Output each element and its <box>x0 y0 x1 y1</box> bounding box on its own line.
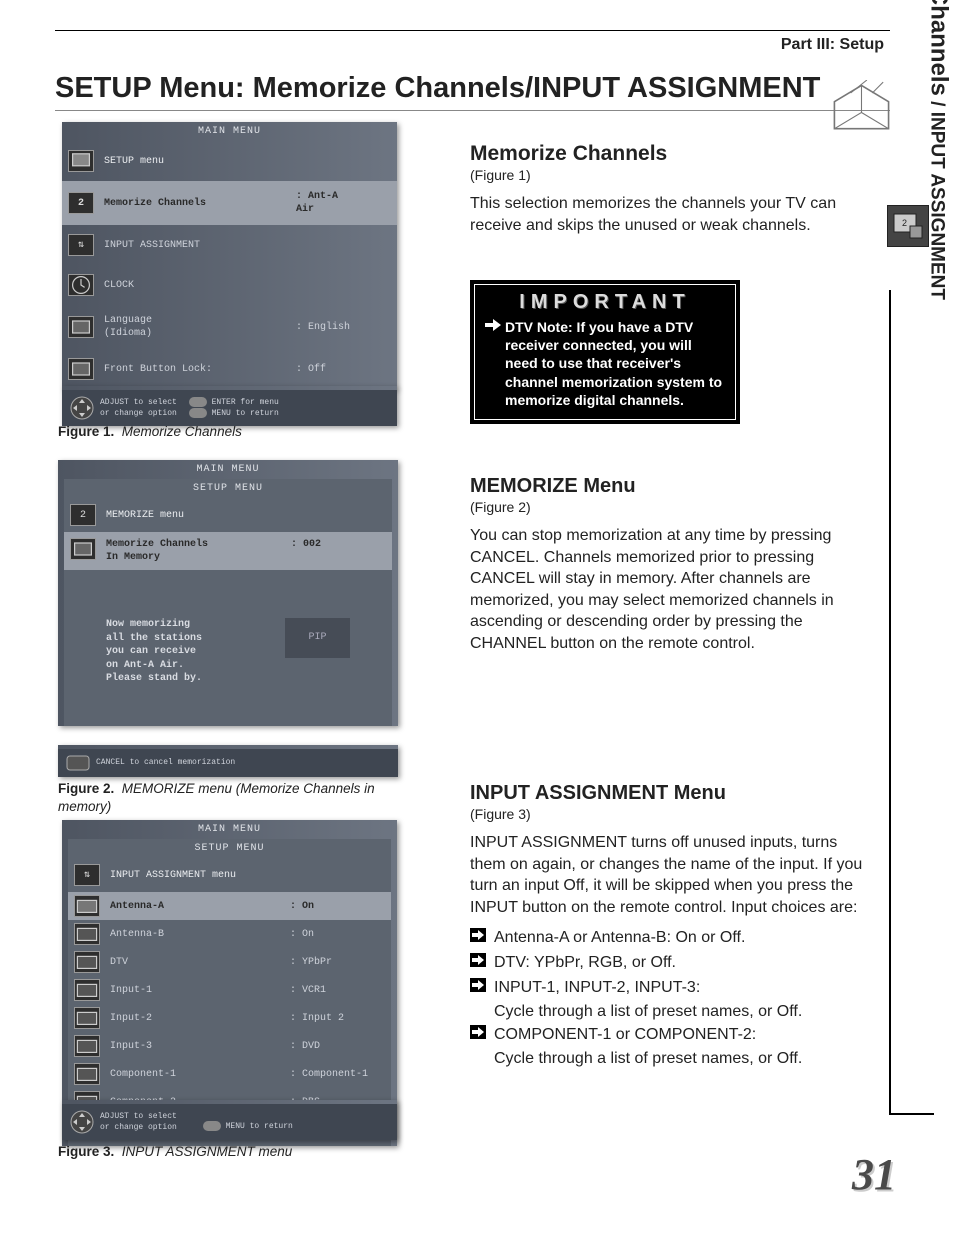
sec3-list: Antenna-A or Antenna-B: On or Off. DTV: … <box>470 928 865 1067</box>
sec3-ref: (Figure 3) <box>470 806 865 822</box>
arrow-icon <box>470 978 494 999</box>
osd1-footer: ADJUST to select or change option ENTER … <box>62 386 397 426</box>
osd2-title: MAIN MENU <box>58 460 398 479</box>
section-input-assignment: INPUT ASSIGNMENT Menu (Figure 3) INPUT A… <box>470 782 865 1068</box>
part-label: Part III: Setup <box>781 36 884 54</box>
osd3-title: MAIN MENU <box>62 820 397 839</box>
cancel-icon <box>66 755 90 771</box>
panel-icon <box>68 358 94 380</box>
title-rule <box>55 110 890 111</box>
osd2-subtitle: SETUP MENU <box>64 479 392 498</box>
sidebar-rule <box>889 290 934 1115</box>
osd3-footer-left: ADJUST to select or change option <box>100 1111 177 1133</box>
sec2-ref: (Figure 2) <box>470 499 865 515</box>
svg-text:2: 2 <box>902 218 907 228</box>
sec2-body: You can stop memorization at any time by… <box>470 525 865 655</box>
figure-1-caption: Figure 1. Memorize Channels <box>58 424 398 439</box>
osd3-footer: ADJUST to select or change option MENU t… <box>62 1100 397 1140</box>
sec3-heading: INPUT ASSIGNMENT Menu <box>470 782 865 805</box>
osd1-footer-right: ENTER for menu MENU to return <box>189 397 279 420</box>
osd1-row-input: ⇅ INPUT ASSIGNMENT <box>62 225 397 265</box>
list-item: COMPONENT-1 or COMPONENT-2: <box>470 1025 865 1046</box>
important-title: IMPORTANT <box>485 291 725 314</box>
osd3-row-3: Input-1: VCR1 <box>68 976 391 1004</box>
list-sub: Cycle through a list of preset names, or… <box>470 1050 865 1068</box>
section-memorize-channels: Memorize Channels (Figure 1) This select… <box>470 142 865 236</box>
osd3-row-2: DTV: YPbPr <box>68 948 391 976</box>
osd2-footer: CANCEL to cancel memorization <box>58 745 398 777</box>
clock-icon <box>68 274 94 296</box>
osd1-title: MAIN MENU <box>62 122 397 141</box>
arrow-icon <box>470 1025 494 1046</box>
osd1-row-memorize: 2 Memorize Channels : Ant-A Air <box>62 181 397 225</box>
tv-2-icon: 2 <box>68 192 94 214</box>
osd1-footer-left: ADJUST to select or change option <box>100 397 177 419</box>
input-icon <box>74 979 100 1001</box>
arrow-icon <box>470 953 494 974</box>
osd1-row-clock: CLOCK <box>62 265 397 305</box>
figure-2-caption: Figure 2. MEMORIZE menu (Memorize Channe… <box>58 780 408 815</box>
sec1-heading: Memorize Channels <box>470 142 865 166</box>
arrow-icon <box>485 318 505 409</box>
list-item: INPUT-1, INPUT-2, INPUT-3: <box>470 978 865 999</box>
memorize-channels-icon: 2 <box>887 205 929 247</box>
sidebar-main: Memorize Channels <box>925 0 952 96</box>
dpad-icon <box>70 396 94 420</box>
section-memorize-menu: MEMORIZE Menu (Figure 2) You can stop me… <box>470 475 865 655</box>
sec1-ref: (Figure 1) <box>470 167 865 183</box>
sec2-heading: MEMORIZE Menu <box>470 475 865 498</box>
page-number: 31 <box>852 1149 896 1200</box>
updown-icon: ⇅ <box>74 864 100 886</box>
osd1-row-setup: SETUP menu <box>62 141 397 181</box>
updown-icon: ⇅ <box>68 234 94 256</box>
tv-icon <box>68 150 94 172</box>
osd2-note: Now memorizing all the stations you can … <box>64 610 392 698</box>
sec1-body: This selection memorizes the channels yo… <box>470 193 865 236</box>
panel-icon <box>70 538 96 560</box>
list-item: Antenna-A or Antenna-B: On or Off. <box>470 928 865 949</box>
input-icon <box>74 1035 100 1057</box>
osd3-row-5: Input-3: DVD <box>68 1032 391 1060</box>
osd3-row-6: Component-1: Component-1 <box>68 1060 391 1088</box>
setup-box-icon <box>829 80 894 135</box>
panel-icon <box>68 316 94 338</box>
osd-main-menu: MAIN MENU SETUP menu 2 Memorize Channels… <box>62 122 397 389</box>
list-item: DTV: YPbPr, RGB, or Off. <box>470 953 865 974</box>
sec3-body: INPUT ASSIGNMENT turns off unused inputs… <box>470 832 865 918</box>
list-sub: Cycle through a list of preset names, or… <box>470 1003 865 1021</box>
osd1-row-language: Language (Idioma) : English <box>62 305 397 349</box>
sidebar-title: Memorize Channels / INPUT ASSIGNMENT <box>924 0 952 300</box>
arrow-icon <box>470 928 494 949</box>
input-icon <box>74 1007 100 1029</box>
osd2-subhead-row: 2 MEMORIZE menu <box>64 498 392 532</box>
osd-memorize-menu: MAIN MENU SETUP MENU 2 MEMORIZE menu Mem… <box>58 460 398 726</box>
header-rule <box>55 30 890 31</box>
figure-3-caption: Figure 3. INPUT ASSIGNMENT menu <box>58 1144 292 1159</box>
input-icon <box>74 923 100 945</box>
pill-icon <box>189 397 207 407</box>
osd3-subtitle: SETUP MENU <box>68 839 391 858</box>
tv-2-icon: 2 <box>70 504 96 526</box>
pip-box: PIP <box>285 618 350 658</box>
osd3-footer-right: MENU to return <box>203 1121 293 1132</box>
dpad-icon <box>70 1110 94 1134</box>
osd-input-assignment: MAIN MENU SETUP MENU ⇅ INPUT ASSIGNMENT … <box>62 820 397 1146</box>
page-title: SETUP Menu: Memorize Channels/INPUT ASSI… <box>55 72 820 105</box>
pill-icon <box>189 408 207 418</box>
osd2-memorize-row: Memorize Channels In Memory : 002 <box>64 532 392 570</box>
sidebar-sub: / INPUT ASSIGNMENT <box>926 96 947 300</box>
important-box: IMPORTANT DTV Note: If you have a DTV re… <box>470 280 865 424</box>
osd3-row-1: Antenna-B: On <box>68 920 391 948</box>
osd3-row-4: Input-2: Input 2 <box>68 1004 391 1032</box>
osd1-row-lock: Front Button Lock: : Off <box>62 349 397 389</box>
osd3-subhead-row: ⇅ INPUT ASSIGNMENT menu <box>68 858 391 892</box>
input-icon <box>74 951 100 973</box>
input-icon <box>74 1063 100 1085</box>
important-body: DTV Note: If you have a DTV receiver con… <box>505 318 725 409</box>
pill-icon <box>203 1121 221 1131</box>
osd2-footer-text: CANCEL to cancel memorization <box>96 757 235 768</box>
input-icon <box>74 895 100 917</box>
osd3-row-0: Antenna-A: On <box>68 892 391 920</box>
